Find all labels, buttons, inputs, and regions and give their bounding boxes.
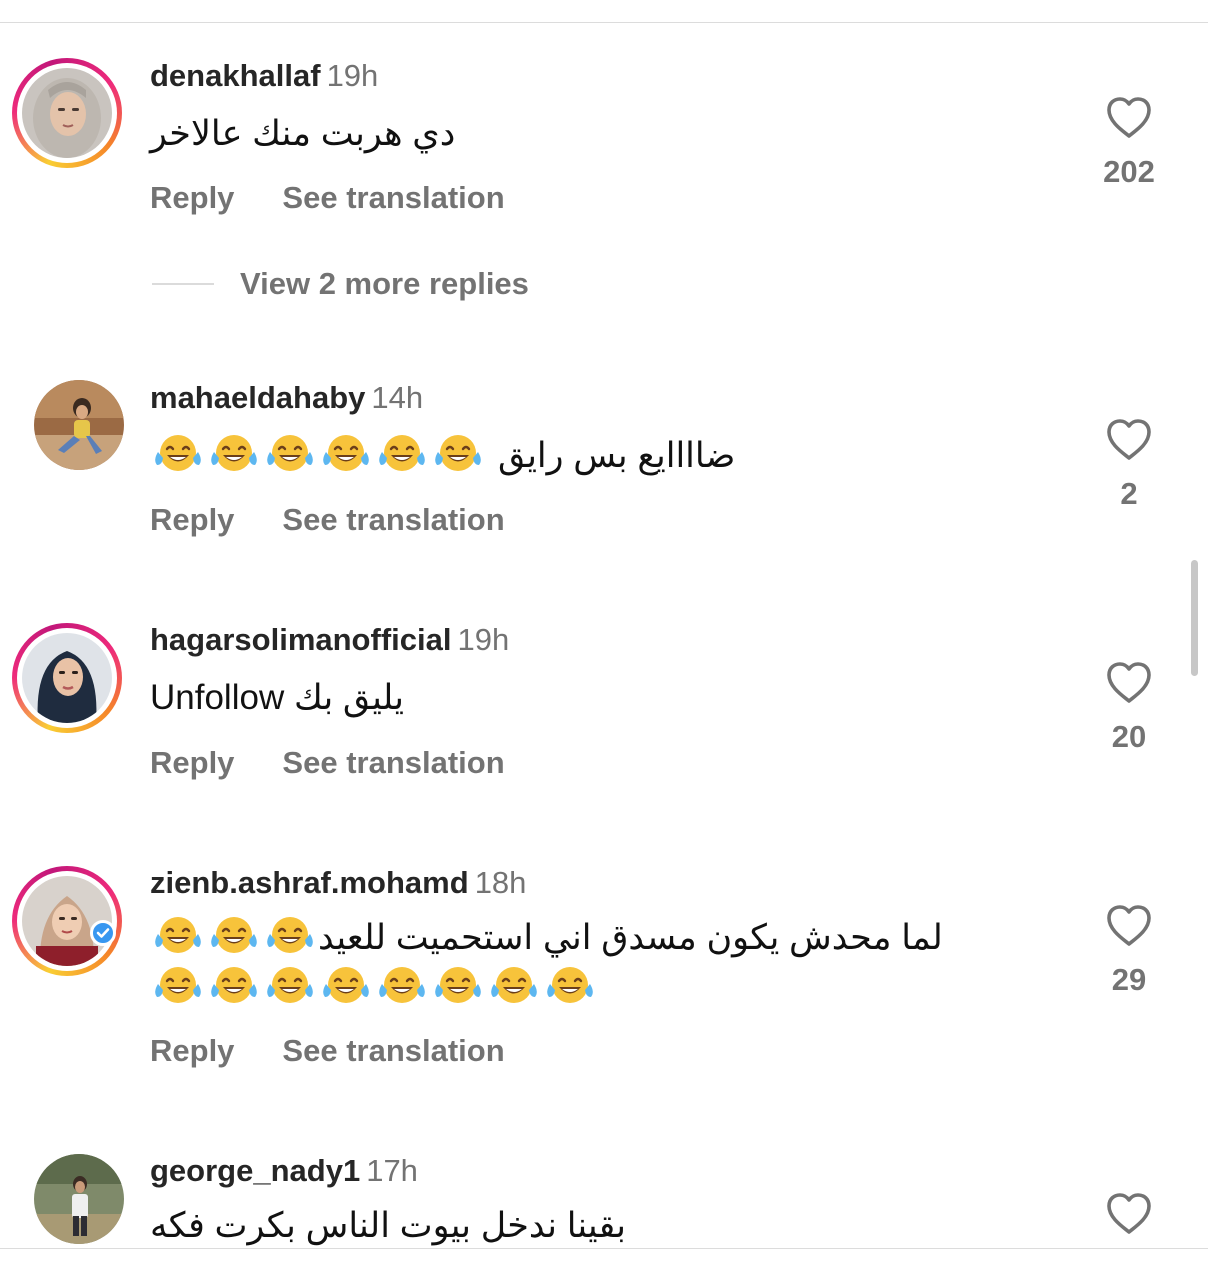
like-control: 29	[1086, 904, 1172, 998]
tears-of-joy-emoji	[377, 432, 427, 474]
tears-of-joy-emoji	[265, 964, 315, 1006]
tears-of-joy-emoji	[209, 914, 259, 956]
like-control: 2	[1086, 418, 1172, 512]
like-control	[1086, 1192, 1172, 1236]
view-replies-label[interactable]: View 2 more replies	[240, 266, 529, 301]
like-count: 20	[1111, 719, 1147, 754]
comment-text: Unfollow يليق بك	[150, 678, 404, 717]
heart-outline-icon[interactable]	[1086, 661, 1172, 705]
reply-button[interactable]: Reply	[150, 502, 234, 538]
tears-of-joy-emoji	[545, 964, 595, 1006]
tears-of-joy-emoji	[265, 432, 315, 474]
username[interactable]: zienb.ashraf.mohamd	[150, 865, 469, 900]
comment-actions: Reply See translation	[150, 180, 505, 216]
reply-button[interactable]: Reply	[150, 180, 234, 216]
see-translation-button[interactable]: See translation	[282, 1033, 504, 1069]
like-control: 202	[1086, 96, 1172, 190]
comment-text-line: لما محدش يكون مسدق اني استحميت للعيد	[150, 914, 943, 962]
reply-button[interactable]: Reply	[150, 1033, 234, 1069]
comment-text-line: ضاااايع بس رايق	[150, 432, 735, 480]
comment-text: ضاااايع بس رايق	[498, 436, 736, 475]
comment-time: 17h	[366, 1153, 418, 1188]
tears-of-joy-emoji	[433, 964, 483, 1006]
comment-actions: Reply See translation	[150, 1033, 505, 1069]
tears-of-joy-emoji	[153, 914, 203, 956]
comment-text: دي هربت منك عالاخر	[150, 114, 456, 153]
see-translation-button[interactable]: See translation	[282, 502, 504, 538]
comment-actions: Reply See translation	[150, 502, 505, 538]
comment-header: zienb.ashraf.mohamd 18h	[150, 863, 526, 903]
replies-connector-line	[152, 283, 214, 285]
comment-header: mahaeldahaby 14h	[150, 378, 423, 418]
avatar[interactable]	[12, 866, 122, 976]
username[interactable]: hagarsolimanofficial	[150, 622, 451, 657]
see-translation-button[interactable]: See translation	[282, 180, 504, 216]
heart-outline-icon[interactable]	[1086, 904, 1172, 948]
top-divider	[0, 22, 1208, 23]
heart-outline-icon[interactable]	[1086, 418, 1172, 462]
like-count: 2	[1120, 476, 1138, 511]
tears-of-joy-emoji	[209, 964, 259, 1006]
avatar[interactable]	[12, 58, 122, 168]
scrollbar[interactable]	[1191, 560, 1198, 676]
comment-header: george_nady1 17h	[150, 1151, 418, 1191]
tears-of-joy-emoji	[433, 432, 483, 474]
like-control: 20	[1086, 661, 1172, 755]
comment-time: 19h	[326, 58, 379, 93]
avatar[interactable]	[12, 623, 122, 733]
reply-button[interactable]: Reply	[150, 745, 234, 781]
emoji-group	[150, 917, 318, 957]
bottom-divider	[0, 1248, 1208, 1249]
tears-of-joy-emoji	[153, 432, 203, 474]
comment-text: لما محدش يكون مسدق اني استحميت للعيد	[318, 918, 943, 957]
tears-of-joy-emoji	[321, 432, 371, 474]
heart-outline-icon[interactable]	[1086, 1192, 1172, 1236]
like-count: 202	[1103, 154, 1155, 189]
see-translation-button[interactable]: See translation	[282, 745, 504, 781]
comment-time: 14h	[371, 380, 424, 415]
comment-text: بقينا ندخل بيوت الناس بكرت فكه	[150, 1206, 626, 1245]
view-more-replies[interactable]: View 2 more replies	[152, 266, 529, 306]
emoji-group	[150, 435, 486, 475]
heart-outline-icon[interactable]	[1086, 96, 1172, 140]
username[interactable]: george_nady1	[150, 1153, 360, 1188]
verified-badge-icon	[90, 920, 116, 946]
avatar[interactable]	[34, 1154, 124, 1244]
avatar-image	[22, 633, 112, 723]
tears-of-joy-emoji	[321, 964, 371, 1006]
comment-time: 18h	[474, 865, 527, 900]
username[interactable]: mahaeldahaby	[150, 380, 365, 415]
comment-text-line-2	[150, 964, 598, 1012]
comment-actions: Reply See translation	[150, 745, 505, 781]
comment-time: 19h	[457, 622, 510, 657]
like-count: 29	[1111, 962, 1147, 997]
tears-of-joy-emoji	[377, 964, 427, 1006]
tears-of-joy-emoji	[153, 964, 203, 1006]
comment-header: denakhallaf 19h	[150, 56, 378, 96]
comment-header: hagarsolimanofficial 19h	[150, 620, 509, 660]
tears-of-joy-emoji	[489, 964, 539, 1006]
avatar-image	[22, 68, 112, 158]
emoji-group	[150, 967, 598, 1007]
tears-of-joy-emoji	[265, 914, 315, 956]
tears-of-joy-emoji	[209, 432, 259, 474]
avatar[interactable]	[34, 380, 124, 470]
username[interactable]: denakhallaf	[150, 58, 321, 93]
